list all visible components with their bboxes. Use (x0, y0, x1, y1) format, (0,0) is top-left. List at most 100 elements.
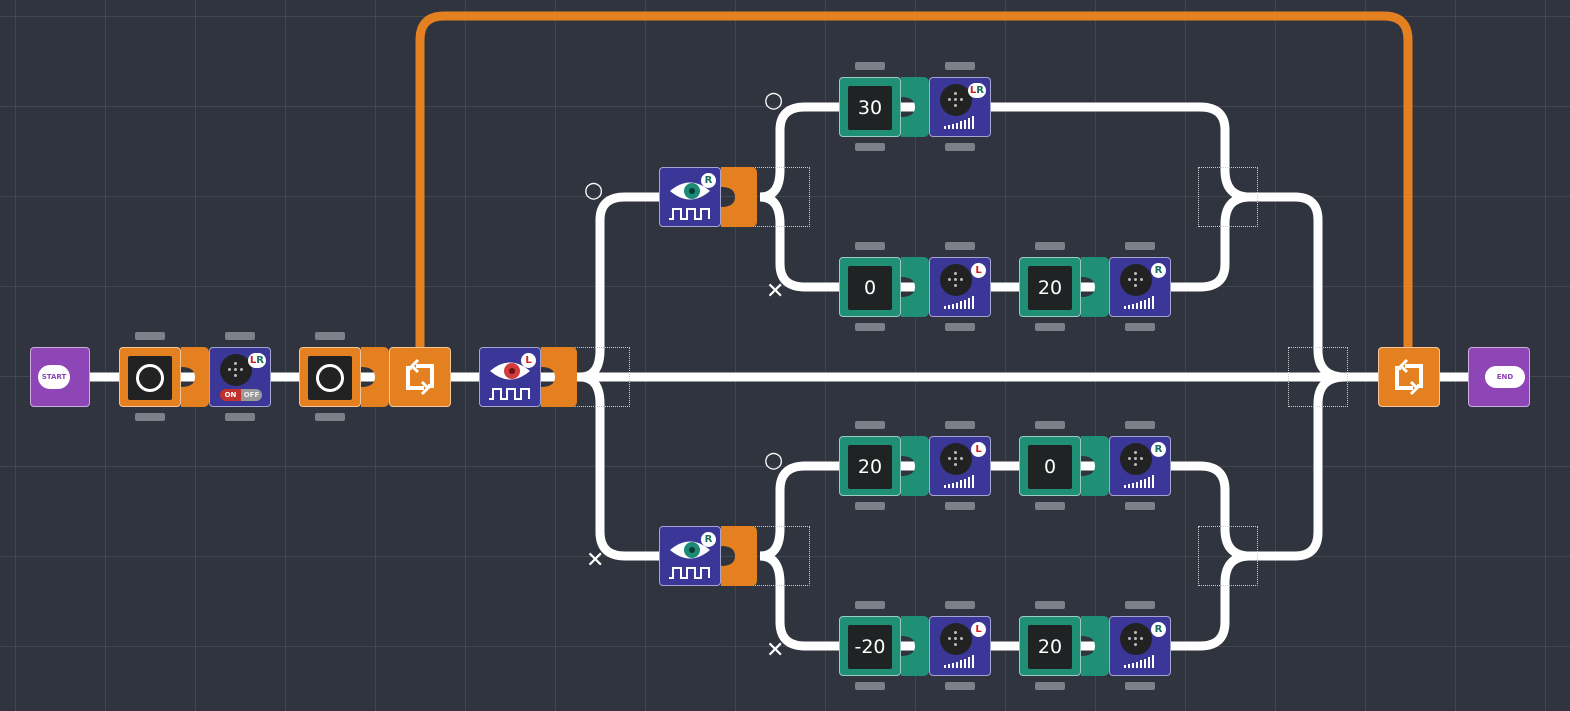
true-mark-main: ○ (584, 178, 604, 203)
sensor-block-upper[interactable]: R (659, 167, 721, 227)
branch-placeholder-upper[interactable] (750, 167, 810, 227)
sensor-connector-lower (721, 526, 757, 586)
block-tab[interactable] (855, 62, 885, 70)
motor-block-up-true[interactable]: LR (929, 77, 991, 137)
block-tab[interactable] (1125, 421, 1155, 429)
true-mark-upper: ○ (764, 88, 784, 113)
merge-placeholder-upper[interactable] (1198, 167, 1258, 227)
speed-block-up-false-left[interactable]: 0 (839, 257, 901, 317)
loop-start-block[interactable] (389, 347, 451, 407)
speed-block-low-true-right[interactable]: 0 (1019, 436, 1081, 496)
speed-bars-icon (1124, 655, 1154, 668)
block-tab[interactable] (855, 421, 885, 429)
block-tab[interactable] (855, 502, 885, 510)
wait-block-1[interactable] (119, 347, 181, 407)
block-tab[interactable] (1125, 323, 1155, 331)
block-tab[interactable] (1035, 323, 1065, 331)
block-tab[interactable] (1125, 601, 1155, 609)
block-tab[interactable] (855, 242, 885, 250)
speed-value[interactable]: -20 (848, 625, 892, 669)
block-tab[interactable] (1125, 682, 1155, 690)
speed-value[interactable]: 0 (848, 266, 892, 310)
branch-placeholder-lower[interactable] (750, 526, 810, 586)
speed-value[interactable]: 0 (1028, 445, 1072, 489)
start-block[interactable]: START (30, 347, 90, 407)
motor-block-low-false-right[interactable]: R (1109, 616, 1171, 676)
block-tab[interactable] (855, 601, 885, 609)
block-tab[interactable] (135, 332, 165, 340)
sensor-side-badge: R (701, 532, 716, 547)
loop-icon (406, 358, 434, 396)
motor-block-low-true-right[interactable]: R (1109, 436, 1171, 496)
block-tab[interactable] (945, 421, 975, 429)
merge-placeholder-lower[interactable] (1198, 526, 1258, 586)
block-tab[interactable] (315, 413, 345, 421)
speed-value[interactable]: 30 (848, 86, 892, 130)
motor-block-low-true-left[interactable]: L (929, 436, 991, 496)
pulse-wave-icon (669, 567, 710, 579)
block-tab[interactable] (1035, 502, 1065, 510)
block-tab[interactable] (945, 682, 975, 690)
circle-icon (136, 364, 164, 392)
fork-upper-true (759, 102, 1251, 202)
block-tab[interactable] (315, 332, 345, 340)
block-tab[interactable] (1035, 421, 1065, 429)
wait-display (128, 356, 172, 400)
speed-block-low-false-right[interactable]: 20 (1019, 616, 1081, 676)
speed-block-up-false-right[interactable]: 20 (1019, 257, 1081, 317)
motor-onoff-block[interactable]: LR ON OFF (209, 347, 271, 407)
block-tab[interactable] (225, 413, 255, 421)
block-tab[interactable] (1035, 601, 1065, 609)
motor-icon (940, 264, 972, 296)
speed-bars-icon (944, 475, 974, 488)
block-tab[interactable] (1035, 242, 1065, 250)
merge-placeholder-main[interactable] (1288, 347, 1348, 407)
block-tab[interactable] (225, 332, 255, 340)
motor-block-up-false-right[interactable]: R (1109, 257, 1171, 317)
speed-value[interactable]: 20 (1028, 266, 1072, 310)
motor-block-low-false-left[interactable]: L (929, 616, 991, 676)
motor-side-badge: L (971, 442, 986, 457)
block-tab[interactable] (945, 601, 975, 609)
circle-icon (316, 364, 344, 392)
motor-block-up-false-left[interactable]: L (929, 257, 991, 317)
speed-connector (1081, 436, 1109, 496)
block-tab[interactable] (945, 502, 975, 510)
speed-block-low-false-left[interactable]: -20 (839, 616, 901, 676)
speed-connector (1081, 616, 1109, 676)
wait-connector-2 (361, 347, 389, 407)
block-tab[interactable] (135, 413, 165, 421)
speed-connector (901, 77, 929, 137)
block-tab[interactable] (945, 143, 975, 151)
speed-block-low-true-left[interactable]: 20 (839, 436, 901, 496)
sensor-block-lower[interactable]: R (659, 526, 721, 586)
block-tab[interactable] (945, 242, 975, 250)
speed-bars-icon (944, 296, 974, 309)
speed-connector (901, 436, 929, 496)
on-label: ON (220, 389, 241, 401)
speed-value[interactable]: 20 (848, 445, 892, 489)
speed-value[interactable]: 20 (1028, 625, 1072, 669)
sensor-block-main[interactable]: L (479, 347, 541, 407)
wait-connector-1 (181, 347, 209, 407)
wait-block-2[interactable] (299, 347, 361, 407)
block-tab[interactable] (855, 143, 885, 151)
motor-icon (1120, 443, 1152, 475)
branch-placeholder-main[interactable] (570, 347, 630, 407)
block-tab[interactable] (945, 62, 975, 70)
on-off-toggle[interactable]: ON OFF (220, 389, 262, 401)
block-tab[interactable] (945, 323, 975, 331)
sensor-connector-main (541, 347, 577, 407)
speed-block-up-true[interactable]: 30 (839, 77, 901, 137)
motor-side-badge: L (971, 263, 986, 278)
block-tab[interactable] (855, 682, 885, 690)
block-tab[interactable] (1125, 502, 1155, 510)
speed-bars-icon (1124, 475, 1154, 488)
block-tab[interactable] (1035, 682, 1065, 690)
off-label: OFF (241, 389, 262, 401)
sensor-side-badge: L (521, 353, 536, 368)
loop-end-block[interactable] (1378, 347, 1440, 407)
end-block[interactable]: END (1468, 347, 1530, 407)
block-tab[interactable] (1125, 242, 1155, 250)
block-tab[interactable] (855, 323, 885, 331)
